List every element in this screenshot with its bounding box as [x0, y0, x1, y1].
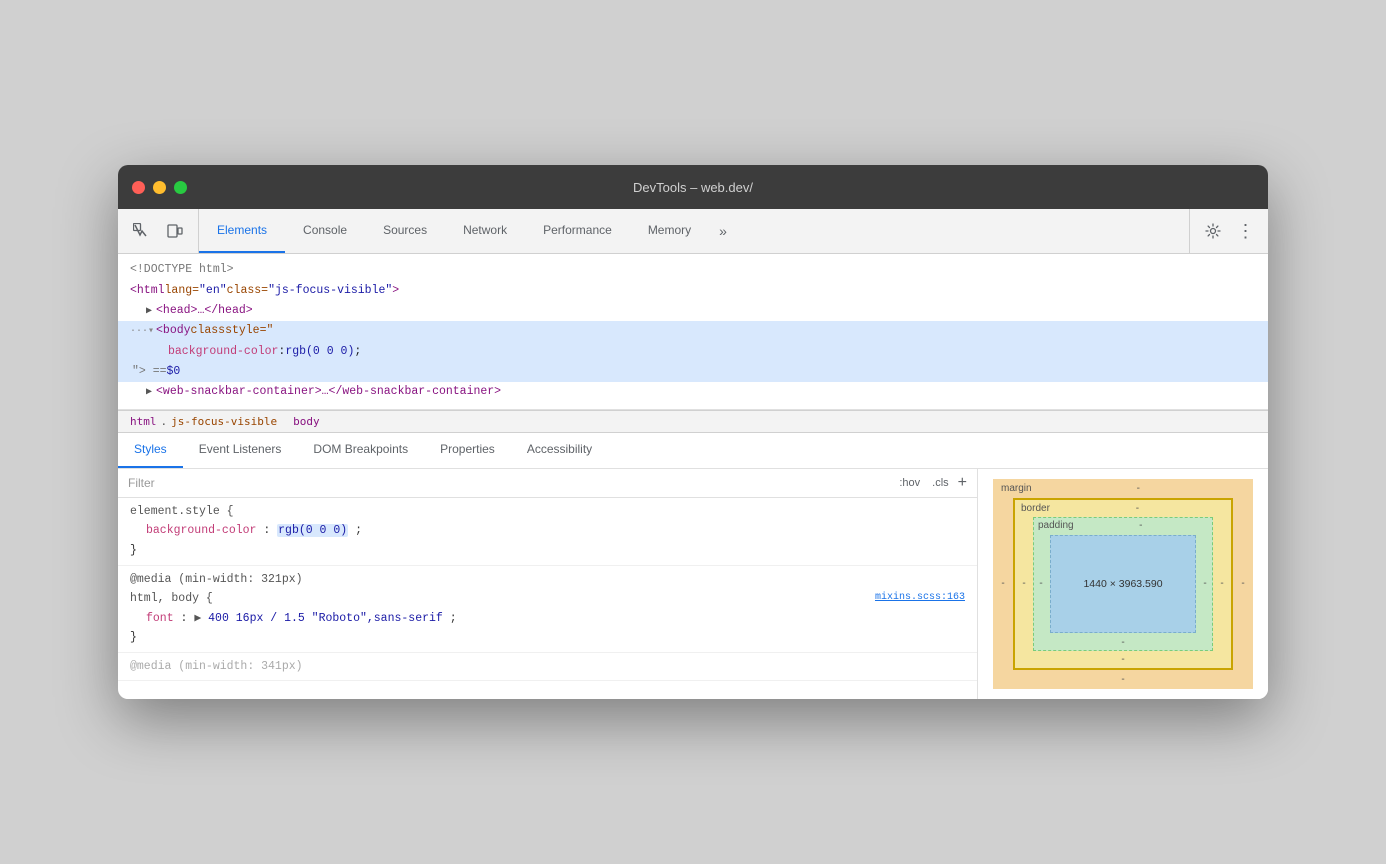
styles-area: :hov .cls + element.style { background-c… — [118, 469, 1268, 699]
margin-left: - — [993, 498, 1013, 670]
element-style-rule: element.style { background-color : rgb(0… — [118, 498, 977, 566]
dom-panel: <!DOCTYPE html> <html lang= "en" class= … — [118, 254, 1268, 410]
tab-event-listeners[interactable]: Event Listeners — [183, 433, 298, 468]
traffic-lights — [132, 181, 187, 194]
tab-bar-right-icons: ⋮ — [1189, 209, 1268, 253]
device-toolbar-icon[interactable] — [162, 218, 188, 244]
css-rules: element.style { background-color : rgb(0… — [118, 498, 977, 681]
margin-box: margin - - border - — [993, 479, 1253, 689]
margin-right: - — [1233, 498, 1253, 670]
padding-middle: - 1440 × 3963.590 - — [1034, 533, 1212, 635]
margin-middle: - border - - — [993, 498, 1253, 670]
filter-buttons: :hov .cls + — [896, 475, 967, 491]
toolbar-icons — [118, 209, 199, 253]
margin-bottom: - — [1121, 674, 1124, 685]
content-size: 1440 × 3963.590 — [1083, 578, 1162, 590]
breadcrumb-body[interactable]: body — [293, 415, 320, 428]
breadcrumb-bar: html . js-focus-visible body — [118, 410, 1268, 433]
media-query: @media (min-width: 321px) — [130, 570, 965, 590]
breadcrumb-class[interactable]: js-focus-visible — [171, 415, 277, 428]
breadcrumb-html[interactable]: html — [130, 415, 157, 428]
dom-line-body-style: background-color : rgb(0 0 0) ; — [118, 342, 1268, 362]
window-title: DevTools – web.dev/ — [633, 180, 753, 195]
devtools-window: DevTools – web.dev/ — [118, 165, 1268, 699]
dom-line-html: <html lang= "en" class= "js-focus-visibl… — [118, 281, 1268, 301]
dom-line-snackbar: ▶ <web-snackbar-container>…</web-snackba… — [118, 382, 1268, 402]
hov-button[interactable]: :hov — [896, 476, 923, 490]
tab-properties[interactable]: Properties — [424, 433, 511, 468]
next-media-rule-hint: @media (min-width: 341px) — [118, 653, 977, 682]
element-style-selector: element.style { — [130, 502, 965, 522]
settings-icon[interactable] — [1200, 218, 1226, 244]
margin-label: margin — [1001, 483, 1032, 494]
tab-network[interactable]: Network — [445, 209, 525, 253]
filter-input[interactable] — [128, 476, 888, 490]
tab-performance[interactable]: Performance — [525, 209, 630, 253]
tab-memory[interactable]: Memory — [630, 209, 709, 253]
media-rule: @media (min-width: 321px) html, body { m… — [118, 566, 977, 653]
lower-tab-bar: Styles Event Listeners DOM Breakpoints P… — [118, 433, 1268, 469]
more-options-icon[interactable]: ⋮ — [1232, 218, 1258, 244]
more-tabs-button[interactable]: » — [709, 209, 737, 253]
css-property-background-color: background-color : rgb(0 0 0) ; — [146, 521, 965, 541]
styles-panel: :hov .cls + element.style { background-c… — [118, 469, 978, 699]
padding-bottom: - — [1121, 637, 1124, 648]
padding-top-row: padding - — [1034, 518, 1212, 533]
padding-top-dash: - — [1139, 520, 1142, 531]
padding-left: - — [1034, 533, 1048, 635]
padding-box: padding - - 1440 × 39 — [1033, 517, 1213, 651]
border-left: - — [1015, 517, 1033, 651]
box-model-panel: margin - - border - — [978, 469, 1268, 699]
tab-accessibility[interactable]: Accessibility — [511, 433, 608, 468]
tab-dom-breakpoints[interactable]: DOM Breakpoints — [297, 433, 424, 468]
cls-button[interactable]: .cls — [929, 476, 952, 490]
border-right: - — [1213, 517, 1231, 651]
border-bottom-row: - — [1015, 651, 1231, 668]
padding-label: padding — [1038, 520, 1074, 531]
margin-top-row: margin - — [993, 479, 1253, 498]
content-box: 1440 × 3963.590 — [1050, 535, 1196, 633]
dom-line-doctype: <!DOCTYPE html> — [118, 260, 1268, 280]
border-bottom: - — [1121, 654, 1124, 665]
box-model: margin - - border - — [993, 479, 1253, 689]
inspect-icon[interactable] — [128, 218, 154, 244]
css-source-link[interactable]: mixins.scss:163 — [875, 589, 965, 606]
dom-line-body-close: "> == $0 — [118, 362, 1268, 382]
padding-right: - — [1198, 533, 1212, 635]
tab-styles[interactable]: Styles — [118, 433, 183, 468]
margin-bottom-row: - — [993, 670, 1253, 689]
css-property-font: font : ▶ 400 16px / 1.5 "Roboto",sans-se… — [146, 609, 965, 629]
top-tab-bar: Elements Console Sources Network Perform… — [118, 209, 1268, 254]
html-body-selector-line: html, body { mixins.scss:163 — [130, 589, 965, 609]
border-label: border — [1021, 503, 1050, 514]
add-style-rule-button[interactable]: + — [958, 475, 967, 491]
minimize-button[interactable] — [153, 181, 166, 194]
media-rule-close: } — [130, 628, 965, 648]
maximize-button[interactable] — [174, 181, 187, 194]
element-style-close: } — [130, 541, 965, 561]
border-top-row: border - — [1015, 500, 1231, 517]
padding-bottom-row: - — [1034, 635, 1212, 650]
margin-top-dash: - — [1137, 483, 1140, 494]
tab-sources[interactable]: Sources — [365, 209, 445, 253]
dom-line-head: ▶ <head>…</head> — [118, 301, 1268, 321]
border-top-dash: - — [1136, 503, 1139, 514]
main-tabs: Elements Console Sources Network Perform… — [199, 209, 1189, 253]
dom-line-body[interactable]: ···▾ <body class style=" — [118, 321, 1268, 341]
border-box: border - - padding — [1013, 498, 1233, 670]
tab-console[interactable]: Console — [285, 209, 365, 253]
border-middle: - padding - — [1015, 517, 1231, 651]
title-bar: DevTools – web.dev/ — [118, 165, 1268, 209]
tab-elements[interactable]: Elements — [199, 209, 285, 253]
devtools-body: Elements Console Sources Network Perform… — [118, 209, 1268, 699]
filter-bar: :hov .cls + — [118, 469, 977, 498]
close-button[interactable] — [132, 181, 145, 194]
